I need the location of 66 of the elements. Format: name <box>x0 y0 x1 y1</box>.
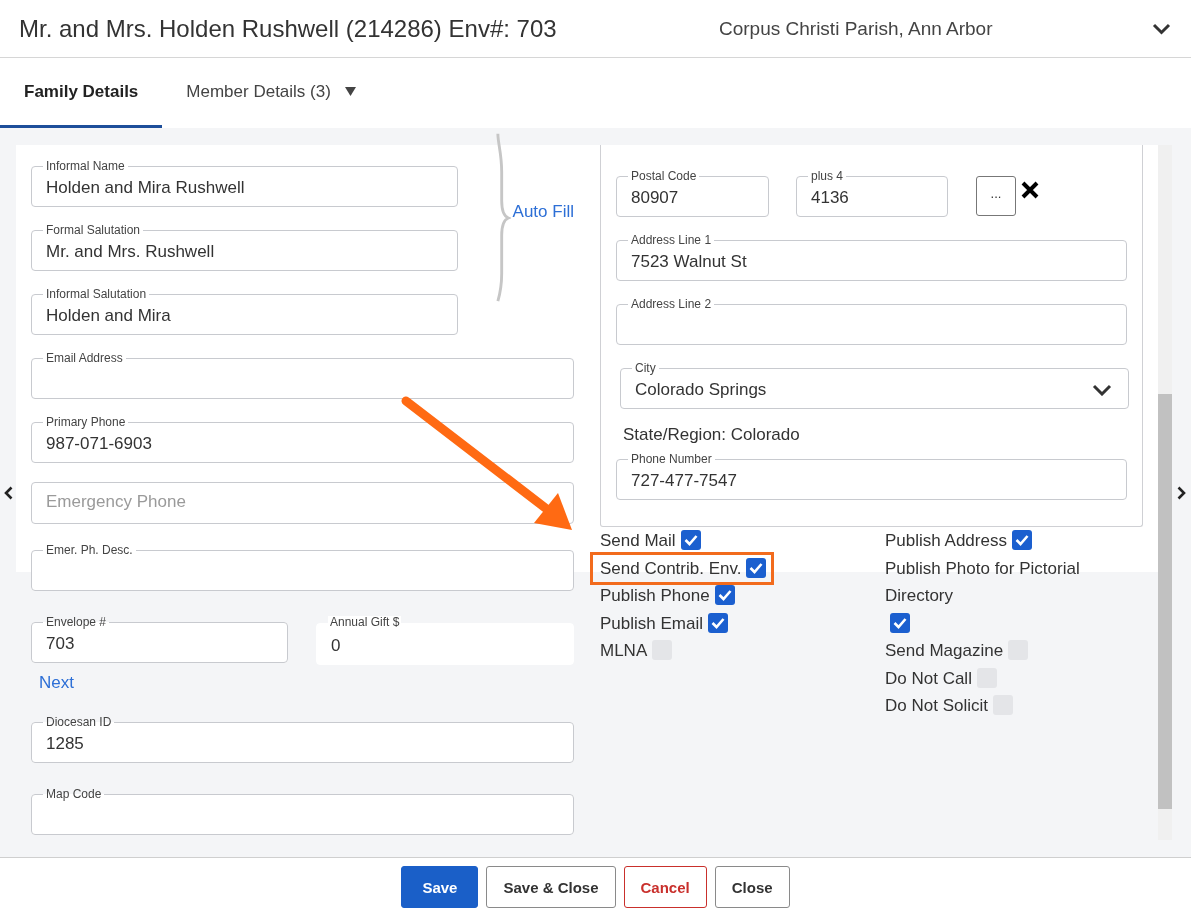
text-field[interactable]: Primary Phone 987-071-6903 <box>31 416 574 463</box>
checkbox[interactable] <box>680 530 701 550</box>
field-label: City <box>634 362 657 374</box>
text-field[interactable]: Informal Name Holden and Mira Rushwell <box>31 160 459 207</box>
field-label: Address Line 1 <box>630 234 713 246</box>
field-label: Formal Salutation <box>45 224 142 236</box>
auto-fill-link[interactable]: Auto Fill <box>512 202 574 222</box>
chevron-down-icon[interactable] <box>1152 22 1171 35</box>
option-label: Publish Address <box>885 530 1007 552</box>
field-label: Primary Phone <box>45 416 127 428</box>
chevron-right-icon[interactable] <box>1177 485 1186 500</box>
action-button[interactable]: Save & Close <box>486 866 616 908</box>
field-label: Phone Number <box>630 453 713 465</box>
window-title: Mr. and Mrs. Holden Rushwell (214286) Env#: 703 <box>19 14 558 43</box>
parish-name: Corpus Christi Parish, Ann Arbor <box>719 17 994 40</box>
field-label: Email Address <box>45 352 124 364</box>
option-label: Publish Email <box>600 612 703 635</box>
checkbox[interactable] <box>1011 530 1032 550</box>
text-field[interactable]: Formal Salutation Mr. and Mrs. Rushwell <box>31 224 459 271</box>
action-button[interactable]: Save <box>401 866 479 908</box>
checkbox[interactable] <box>714 585 735 605</box>
scrollbar-thumb[interactable] <box>1158 394 1172 809</box>
field-label: Annual Gift $ <box>328 616 402 630</box>
field-label: Emer. Ph. Desc. <box>45 544 134 556</box>
close-icon[interactable] <box>1021 181 1039 199</box>
text-field[interactable]: Email Address <box>31 352 574 399</box>
text-field[interactable]: Emer. Ph. Desc. <box>31 544 574 591</box>
option-label: MLNA <box>600 640 648 662</box>
text-field[interactable]: Postal Code 80907 <box>616 170 769 217</box>
option-label: Publish Phone <box>600 585 710 607</box>
next-link[interactable]: Next <box>39 671 574 695</box>
checkbox[interactable] <box>708 612 728 633</box>
chevron-left-icon[interactable] <box>3 485 13 500</box>
field-label: Diocesan ID <box>45 716 113 728</box>
text-field[interactable]: Address Line 1 7523 Walnut St <box>616 234 1127 281</box>
scrollbar[interactable] <box>1158 145 1172 840</box>
text-field[interactable]: Informal Salutation Holden and Mira <box>31 288 459 335</box>
field-label: Informal Salutation <box>45 288 148 300</box>
action-button[interactable]: Close <box>714 866 790 908</box>
checkbox[interactable] <box>890 612 910 633</box>
text-field[interactable]: Address Line 2 <box>616 298 1127 345</box>
field-label: Map Code <box>45 788 103 800</box>
field-label: Informal Name <box>45 160 126 172</box>
checkbox[interactable] <box>746 557 767 578</box>
field-label: Envelope # <box>45 616 108 628</box>
field-label: Address Line 2 <box>630 298 713 310</box>
text-field[interactable]: Annual Gift $ 0 <box>316 616 574 665</box>
dropdown-triangle-icon[interactable] <box>344 87 356 96</box>
field-label: Postal Code <box>630 170 698 182</box>
more-button[interactable]: ... <box>976 176 1016 216</box>
chevron-down-icon[interactable] <box>1092 384 1112 396</box>
text-field[interactable]: Map Code <box>31 788 574 835</box>
dropdown-field[interactable]: City Colorado Springs <box>620 362 1129 409</box>
text-field[interactable]: plus 4 4136 <box>796 170 948 217</box>
state-region-text: State/Region: Colorado <box>623 424 801 446</box>
text-field[interactable]: Envelope # 703 <box>31 616 288 663</box>
option-label: Do Not Call <box>885 667 972 690</box>
text-field[interactable]: Phone Number 727-477-7547 <box>616 453 1127 500</box>
option-label: Send Magazine <box>885 640 1004 662</box>
option-label: Do Not Solicit <box>885 695 988 717</box>
action-button[interactable]: Cancel <box>623 866 707 908</box>
option-label: Publish Photo for Pictorial Directory <box>885 557 1081 607</box>
text-field[interactable]: Diocesan ID 1285 <box>31 716 574 763</box>
option-label: Send Contrib. Env. <box>600 557 742 580</box>
field-label: plus 4 <box>810 170 845 182</box>
option-label: Send Mail <box>600 530 676 552</box>
